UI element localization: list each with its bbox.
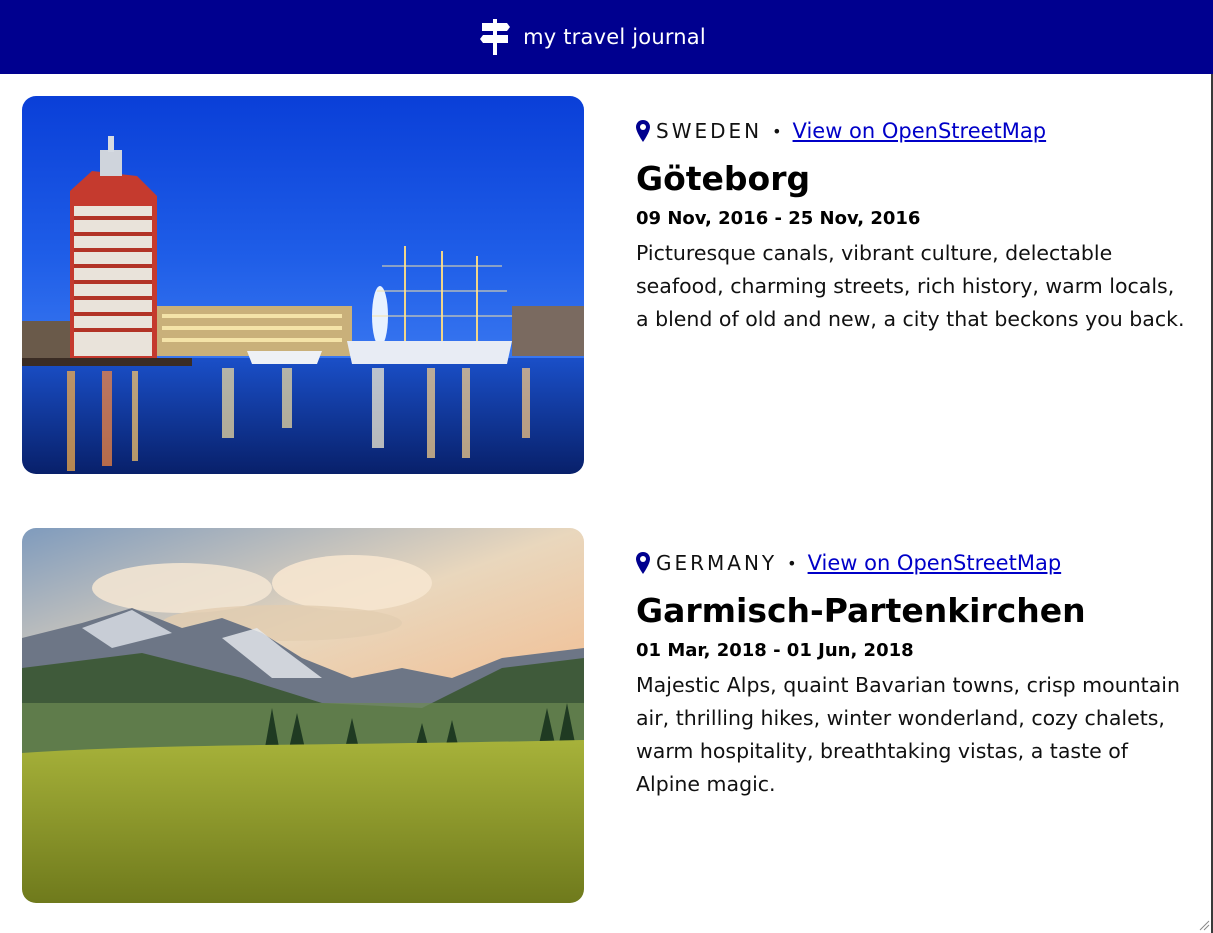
place-title: Garmisch-Partenkirchen	[636, 591, 1086, 630]
place-title: Göteborg	[636, 159, 811, 198]
app-title: my travel journal	[523, 25, 706, 49]
trip-dates: 01 Mar, 2018 - 01 Jun, 2018	[636, 640, 914, 661]
location-pin-icon	[636, 120, 650, 142]
signpost-icon	[480, 19, 511, 55]
openstreetmap-link[interactable]: View on OpenStreetMap	[808, 551, 1062, 575]
location-row: SWEDEN • View on OpenStreetMap	[636, 118, 1192, 144]
country-label: SWEDEN	[656, 119, 763, 143]
location-pin-icon	[636, 552, 650, 574]
entry-info: SWEDEN • View on OpenStreetMap Göteborg …	[636, 118, 1192, 336]
openstreetmap-link[interactable]: View on OpenStreetMap	[793, 119, 1047, 143]
entry-photo	[22, 528, 584, 903]
country-label: GERMANY	[656, 551, 778, 575]
entry-photo	[22, 96, 584, 474]
location-row: GERMANY • View on OpenStreetMap	[636, 550, 1192, 576]
goteborg-photo	[22, 96, 584, 474]
entry-description: Majestic Alps, quaint Bavarian towns, cr…	[636, 673, 1180, 796]
trip-dates: 09 Nov, 2016 - 25 Nov, 2016	[636, 208, 921, 229]
app-header: my travel journal	[0, 0, 1213, 74]
separator-dot: •	[787, 553, 797, 573]
entry-info: GERMANY • View on OpenStreetMap Garmisch…	[636, 550, 1192, 801]
entry-description: Picturesque canals, vibrant culture, del…	[636, 241, 1185, 331]
resize-grip-icon[interactable]	[1198, 919, 1210, 931]
separator-dot: •	[772, 121, 782, 141]
garmisch-photo	[22, 528, 584, 903]
